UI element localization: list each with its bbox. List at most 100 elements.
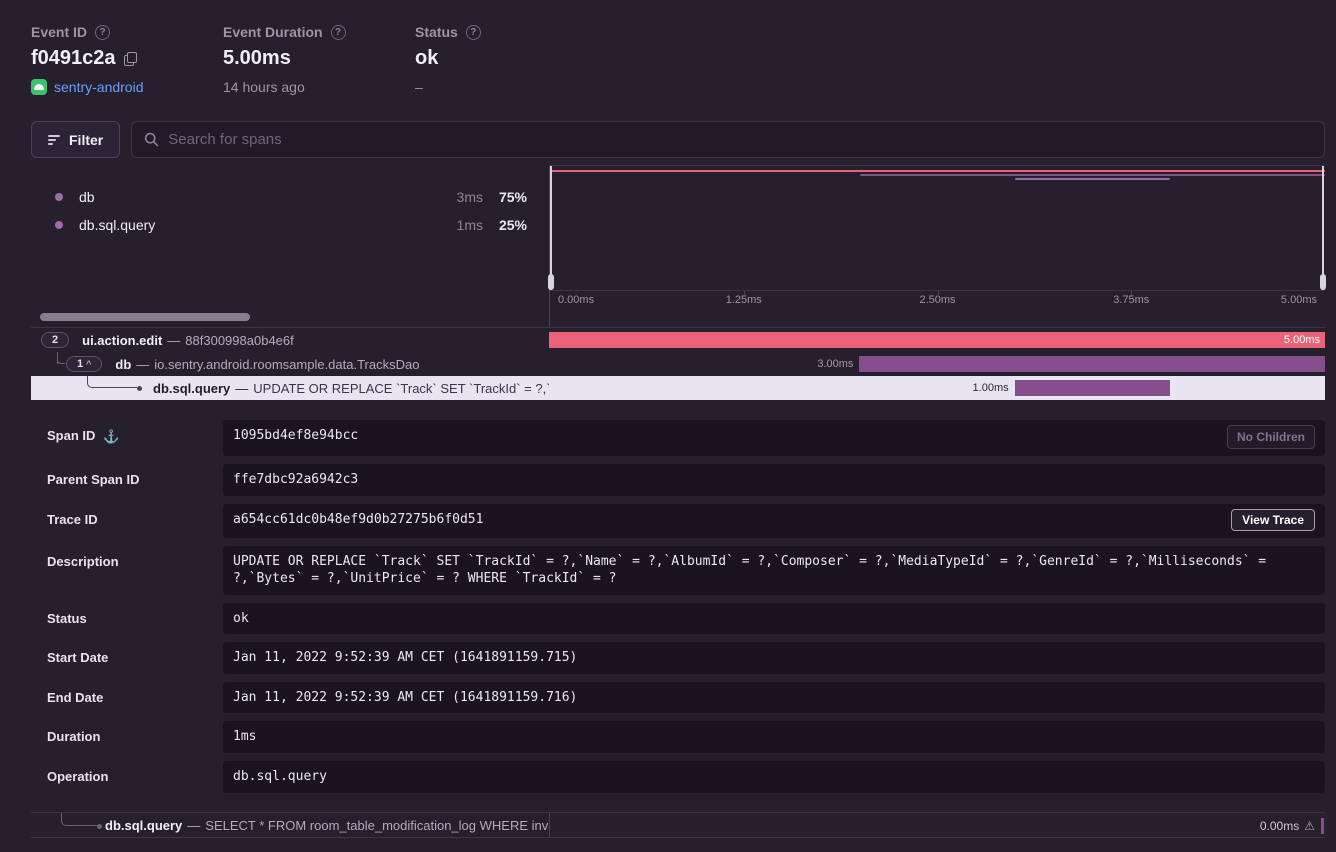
span-desc: 88f300998a0b4e6f xyxy=(185,333,293,348)
overview-section: db 3ms 75% db.sql.query 1ms 25% xyxy=(31,165,1325,308)
span-desc: io.sentry.android.roomsample.data.Tracks… xyxy=(154,357,419,372)
search-input[interactable] xyxy=(168,131,1312,148)
event-id-value: f0491c2a xyxy=(31,47,116,70)
trace-id-value-box: a654cc61dc0b48ef9d0b27275b6f0d51 View Tr… xyxy=(223,504,1325,538)
span-duration: 0.00ms xyxy=(1260,813,1299,839)
span-op: db.sql.query xyxy=(105,818,182,833)
description-value: UPDATE OR REPLACE `Track` SET `TrackId` … xyxy=(233,553,1315,588)
span-bar[interactable] xyxy=(1321,818,1324,834)
time-axis: 0.00ms 1.25ms 2.50ms 3.75ms 5.00ms xyxy=(550,290,1325,308)
span-bar[interactable] xyxy=(859,356,1325,372)
span-id-value: 1095bd4ef8e94bcc xyxy=(233,427,1217,445)
span-bar[interactable] xyxy=(549,332,1325,348)
event-time-ago: 14 hours ago xyxy=(223,79,305,95)
duration-value: 1ms xyxy=(233,728,1315,746)
event-id-label: Event ID xyxy=(31,24,87,40)
axis-label: 0.00ms xyxy=(558,294,594,306)
project-link[interactable]: sentry-android xyxy=(54,79,144,95)
status-column: Status ? ok – xyxy=(415,24,607,110)
span-search[interactable] xyxy=(131,121,1325,158)
event-id-label-row: Event ID ? xyxy=(31,24,223,40)
filter-button-label: Filter xyxy=(69,132,103,148)
op-name: db xyxy=(79,189,95,205)
span-op: db.sql.query xyxy=(153,381,230,396)
children-count-pill[interactable]: 1^ xyxy=(66,356,102,372)
span-duration-row: 0.00ms ⚠ xyxy=(1260,813,1315,839)
op-time: 1ms xyxy=(457,217,483,233)
op-time: 3ms xyxy=(457,189,483,205)
op-name: db.sql.query xyxy=(79,217,155,233)
field-duration: Duration 1ms xyxy=(47,721,1325,753)
status-sub: – xyxy=(415,79,423,95)
span-id-value-box: 1095bd4ef8e94bcc No Children xyxy=(223,420,1325,456)
op-color-dot xyxy=(55,193,63,201)
trace-minimap[interactable]: 0.00ms 1.25ms 2.50ms 3.75ms 5.00ms xyxy=(549,165,1325,308)
event-duration-label: Event Duration xyxy=(223,24,323,40)
field-description: Description UPDATE OR REPLACE `Track` SE… xyxy=(47,546,1325,595)
status-field-value: ok xyxy=(233,610,1315,628)
field-start-date: Start Date Jan 11, 2022 9:52:39 AM CET (… xyxy=(47,642,1325,674)
event-duration-value: 5.00ms xyxy=(223,47,291,70)
anchor-icon[interactable]: ⚓ xyxy=(103,428,119,445)
span-op: db xyxy=(115,357,131,372)
project-row: sentry-android xyxy=(31,79,223,95)
parent-span-id-value: ffe7dbc92a6942c3 xyxy=(233,471,1315,489)
span-row-db-sql-query-selected[interactable]: db.sql.query — UPDATE OR REPLACE `Track`… xyxy=(31,376,1325,400)
op-percent: 25% xyxy=(483,217,527,233)
span-row-db-sql-query-select[interactable]: db.sql.query — SELECT * FROM room_table_… xyxy=(31,812,1325,838)
operation-value: db.sql.query xyxy=(233,768,1315,786)
field-operation: Operation db.sql.query xyxy=(47,761,1325,793)
field-trace-id: Trace ID a654cc61dc0b48ef9d0b27275b6f0d5… xyxy=(47,504,1325,538)
tree-scrollbar-row xyxy=(31,308,1325,328)
no-children-badge: No Children xyxy=(1227,425,1315,449)
view-trace-button[interactable]: View Trace xyxy=(1231,509,1315,531)
minimap-span-line xyxy=(1015,178,1170,180)
field-parent-span-id: Parent Span ID ffe7dbc92a6942c3 xyxy=(47,464,1325,496)
span-duration: 3.00ms xyxy=(817,352,853,376)
op-color-dot xyxy=(55,221,63,229)
span-duration: 5.00ms xyxy=(1284,328,1320,352)
axis-label: 3.75ms xyxy=(1113,294,1149,306)
field-end-date: End Date Jan 11, 2022 9:52:39 AM CET (16… xyxy=(47,682,1325,714)
op-percent: 75% xyxy=(483,189,527,205)
minimap-span-line xyxy=(550,170,1325,172)
copy-icon[interactable] xyxy=(124,52,137,66)
filter-button[interactable]: Filter xyxy=(31,121,120,158)
span-detail-panel: Span ID ⚓ 1095bd4ef8e94bcc No Children P… xyxy=(31,400,1325,812)
span-duration: 1.00ms xyxy=(973,376,1009,400)
field-status: Status ok xyxy=(47,603,1325,635)
status-label: Status xyxy=(415,24,458,40)
event-id-column: Event ID ? f0491c2a sentry-android xyxy=(31,24,223,110)
axis-label: 5.00ms xyxy=(1281,294,1317,306)
span-op: ui.action.edit xyxy=(82,333,162,348)
span-desc: UPDATE OR REPLACE `Track` SET `TrackId` … xyxy=(253,381,549,396)
event-header: Event ID ? f0491c2a sentry-android Event… xyxy=(0,0,1336,110)
minimap-span-line xyxy=(860,174,1325,176)
minimap-left-handle[interactable] xyxy=(550,166,552,290)
minimap-plot[interactable] xyxy=(550,166,1325,290)
android-platform-icon xyxy=(31,79,47,95)
ops-breakdown-row: db.sql.query 1ms 25% xyxy=(55,211,527,239)
help-icon[interactable]: ? xyxy=(331,25,346,40)
ops-breakdown-row: db 3ms 75% xyxy=(55,183,527,211)
help-icon[interactable]: ? xyxy=(466,25,481,40)
span-desc: SELECT * FROM room_table_modification_lo… xyxy=(205,818,549,833)
field-span-id: Span ID ⚓ 1095bd4ef8e94bcc No Children xyxy=(47,420,1325,456)
help-icon[interactable]: ? xyxy=(95,25,110,40)
search-icon xyxy=(144,132,159,147)
horizontal-scrollbar[interactable] xyxy=(40,313,250,321)
span-row-ui-action-edit[interactable]: 2 ui.action.edit — 88f300998a0b4e6f 5.00… xyxy=(31,328,1325,352)
trace-view: db 3ms 75% db.sql.query 1ms 25% xyxy=(31,165,1325,838)
minimap-right-handle[interactable] xyxy=(1322,166,1324,290)
event-duration-column: Event Duration ? 5.00ms 14 hours ago xyxy=(223,24,415,110)
span-row-db[interactable]: 1^ db — io.sentry.android.roomsample.dat… xyxy=(31,352,1325,376)
start-date-value: Jan 11, 2022 9:52:39 AM CET (1641891159.… xyxy=(233,649,1315,667)
span-bar[interactable] xyxy=(1015,380,1170,396)
trace-id-value: a654cc61dc0b48ef9d0b27275b6f0d51 xyxy=(233,511,1221,529)
chevron-up-icon: ^ xyxy=(86,359,91,369)
axis-label: 1.25ms xyxy=(726,294,762,306)
warning-icon: ⚠ xyxy=(1304,813,1315,839)
axis-label: 2.50ms xyxy=(919,294,955,306)
children-count-pill[interactable]: 2 xyxy=(41,332,69,348)
filter-icon xyxy=(48,135,60,145)
